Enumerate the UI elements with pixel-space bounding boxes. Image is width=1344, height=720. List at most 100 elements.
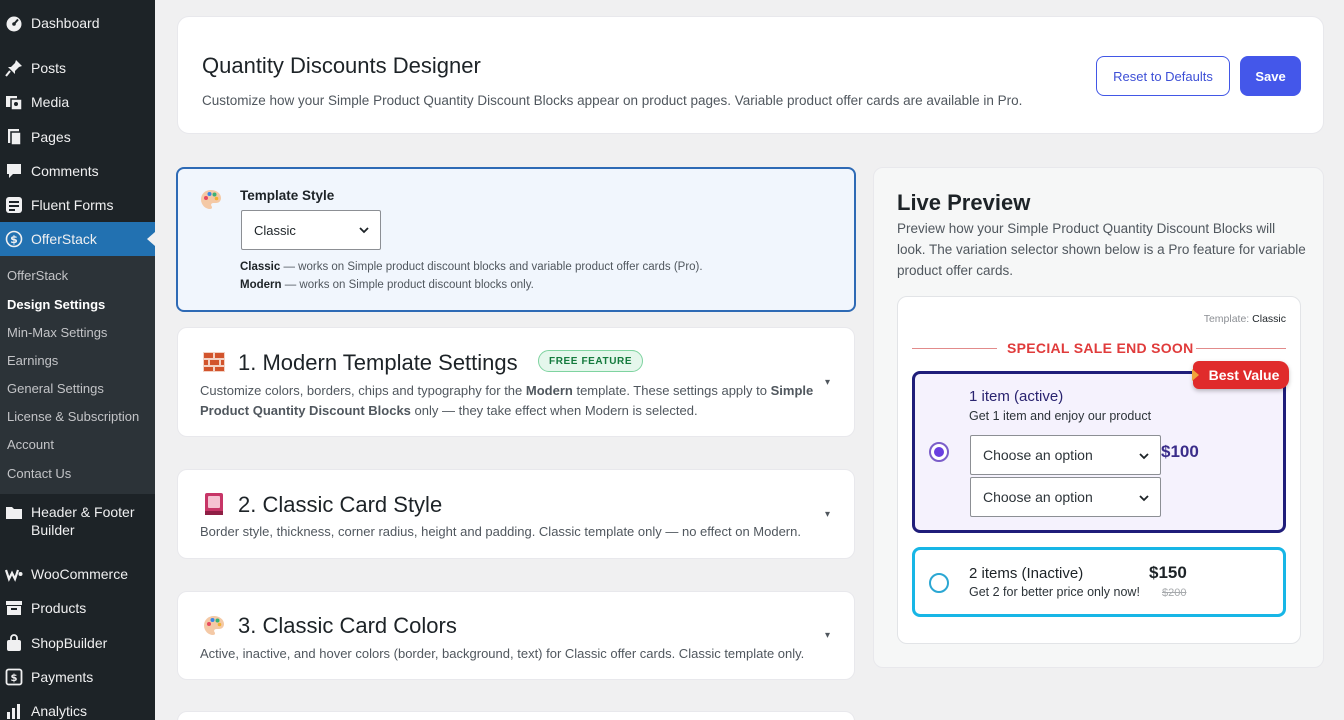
- sidebar-item-analytics[interactable]: Analytics: [0, 694, 155, 720]
- template-note-classic: Classic — works on Simple product discou…: [240, 261, 703, 273]
- section-next-collapsed[interactable]: [177, 711, 855, 720]
- designer-header: Quantity Discounts Designer Customize ho…: [177, 16, 1324, 134]
- live-preview-description: Preview how your Simple Product Quantity…: [897, 221, 1306, 278]
- sidebar-item-media[interactable]: Media: [0, 85, 155, 119]
- preview-frame: Template: Classic SPECIAL SALE END SOON …: [897, 296, 1301, 644]
- template-style-value: Classic: [254, 222, 296, 238]
- offer-card-inactive[interactable]: 2 items (Inactive) Get 2 for better pric…: [912, 547, 1286, 617]
- admin-sidebar: Dashboard Posts Media Pages Comments Flu…: [0, 0, 155, 720]
- section-description: Customize colors, borders, chips and typ…: [200, 383, 814, 418]
- sidebar-item-label: Payments: [31, 669, 94, 685]
- best-value-badge: Best Value: [1192, 361, 1289, 389]
- sidebar-item-woocommerce[interactable]: WooCommerce: [0, 557, 155, 591]
- section-description: Active, inactive, and hover colors (bord…: [200, 646, 805, 661]
- expand-caret-icon[interactable]: ▾: [825, 630, 830, 641]
- submenu-item-account[interactable]: Account: [7, 437, 54, 452]
- sidebar-item-label: Dashboard: [31, 15, 100, 31]
- palette-icon: [199, 188, 223, 217]
- submenu-item-min-max-settings[interactable]: Min-Max Settings: [7, 325, 107, 340]
- sidebar-item-label: ShopBuilder: [31, 635, 108, 651]
- submenu-item-license[interactable]: License & Subscription: [7, 409, 139, 424]
- payments-icon: $: [5, 668, 23, 686]
- forms-icon: [5, 196, 23, 214]
- submenu-item-offerstack[interactable]: OfferStack: [7, 268, 68, 283]
- sidebar-item-products[interactable]: Products: [0, 591, 155, 625]
- offer-price: $100: [1161, 442, 1199, 461]
- variation-select-2[interactable]: Choose an option: [970, 477, 1161, 517]
- sidebar-item-pages[interactable]: Pages: [0, 120, 155, 154]
- brick-icon: [202, 350, 226, 374]
- sidebar-item-payments[interactable]: $ Payments: [0, 660, 155, 694]
- sale-banner-text: SPECIAL SALE END SOON: [1007, 340, 1194, 356]
- template-tag: Template: Classic: [1203, 313, 1286, 325]
- offerstack-submenu: OfferStack Design Settings Min-Max Setti…: [0, 256, 155, 494]
- sidebar-item-label: Comments: [31, 163, 99, 179]
- dollar-icon: $: [5, 230, 23, 248]
- submenu-item-design-settings[interactable]: Design Settings: [7, 297, 105, 312]
- select-value: Choose an option: [983, 489, 1093, 505]
- sidebar-item-label: Header & Footer: [31, 504, 135, 520]
- section-title: 3. Classic Card Colors: [238, 613, 457, 638]
- pin-icon: [5, 59, 23, 77]
- live-preview-title: Live Preview: [897, 190, 1031, 215]
- chart-icon: [5, 702, 23, 720]
- template-note-modern: Modern — works on Simple product discoun…: [240, 279, 534, 291]
- template-style-select[interactable]: Classic: [241, 210, 381, 250]
- offer-subtitle: Get 1 item and enjoy our product: [969, 409, 1152, 423]
- template-style-label: Template Style: [240, 188, 335, 203]
- variation-select-1[interactable]: Choose an option: [970, 435, 1161, 475]
- sidebar-item-label: Analytics: [31, 703, 88, 719]
- sidebar-item-dashboard[interactable]: Dashboard: [0, 6, 155, 40]
- save-button[interactable]: Save: [1240, 56, 1301, 96]
- sidebar-item-label-line2: Builder: [31, 522, 75, 538]
- folder-icon: [5, 504, 23, 522]
- divider: [912, 348, 997, 349]
- template-style-panel: Template Style Classic Classic — works o…: [176, 167, 856, 312]
- submenu-item-general-settings[interactable]: General Settings: [7, 381, 104, 396]
- sidebar-item-label: OfferStack: [31, 231, 97, 247]
- submenu-item-earnings[interactable]: Earnings: [7, 353, 58, 368]
- sidebar-item-header-footer[interactable]: Header & Footer Builder: [0, 503, 155, 543]
- svg-text:$: $: [11, 673, 18, 684]
- sidebar-item-offerstack[interactable]: $ OfferStack: [0, 222, 155, 256]
- select-value: Choose an option: [983, 447, 1093, 463]
- section-modern-template-settings[interactable]: 1. Modern Template Settings FREE FEATURE…: [177, 327, 855, 437]
- expand-caret-icon[interactable]: ▾: [825, 377, 830, 388]
- bag-icon: [5, 634, 23, 652]
- section-title: 1. Modern Template Settings: [238, 350, 518, 375]
- media-icon: [5, 93, 23, 111]
- sidebar-item-label: Fluent Forms: [31, 197, 114, 213]
- archive-icon: [5, 599, 23, 617]
- offer-radio-selected[interactable]: [929, 442, 949, 462]
- sidebar-item-label: Pages: [31, 129, 71, 145]
- comment-icon: [5, 162, 23, 180]
- sidebar-item-label: Products: [31, 600, 87, 616]
- svg-text:$: $: [10, 233, 18, 246]
- palette-icon: [202, 614, 226, 638]
- sidebar-item-posts[interactable]: Posts: [0, 51, 155, 85]
- reset-to-defaults-button[interactable]: Reset to Defaults: [1096, 56, 1230, 96]
- woo-icon: [5, 565, 23, 583]
- section-classic-card-colors[interactable]: 3. Classic Card Colors Active, inactive,…: [177, 591, 855, 680]
- offer-title: 2 items (Inactive): [969, 565, 1084, 582]
- page-title: Quantity Discounts Designer: [202, 53, 481, 78]
- sidebar-item-shopbuilder[interactable]: ShopBuilder: [0, 626, 155, 660]
- divider: [1196, 348, 1286, 349]
- section-description: Border style, thickness, corner radius, …: [200, 524, 801, 539]
- sidebar-item-comments[interactable]: Comments: [0, 154, 155, 188]
- notebook-icon: [202, 492, 226, 516]
- offer-radio-unselected[interactable]: [929, 573, 949, 593]
- expand-caret-icon[interactable]: ▾: [825, 509, 830, 520]
- sidebar-item-label: Media: [31, 94, 70, 110]
- offer-title: 1 item (active): [969, 388, 1064, 405]
- dashboard-icon: [5, 14, 23, 32]
- free-feature-badge: FREE FEATURE: [538, 350, 644, 372]
- submenu-item-contact-us[interactable]: Contact Us: [7, 466, 71, 481]
- section-title: 2. Classic Card Style: [238, 492, 443, 517]
- sidebar-item-fluent-forms[interactable]: Fluent Forms: [0, 188, 155, 222]
- offer-old-price: $200: [1162, 587, 1187, 599]
- chevron-down-icon: [1138, 449, 1150, 465]
- offer-card-active[interactable]: 1 item (active) Get 1 item and enjoy our…: [912, 371, 1286, 533]
- section-classic-card-style[interactable]: 2. Classic Card Style Border style, thic…: [177, 469, 855, 559]
- live-preview-panel: Live Preview Preview how your Simple Pro…: [873, 167, 1324, 668]
